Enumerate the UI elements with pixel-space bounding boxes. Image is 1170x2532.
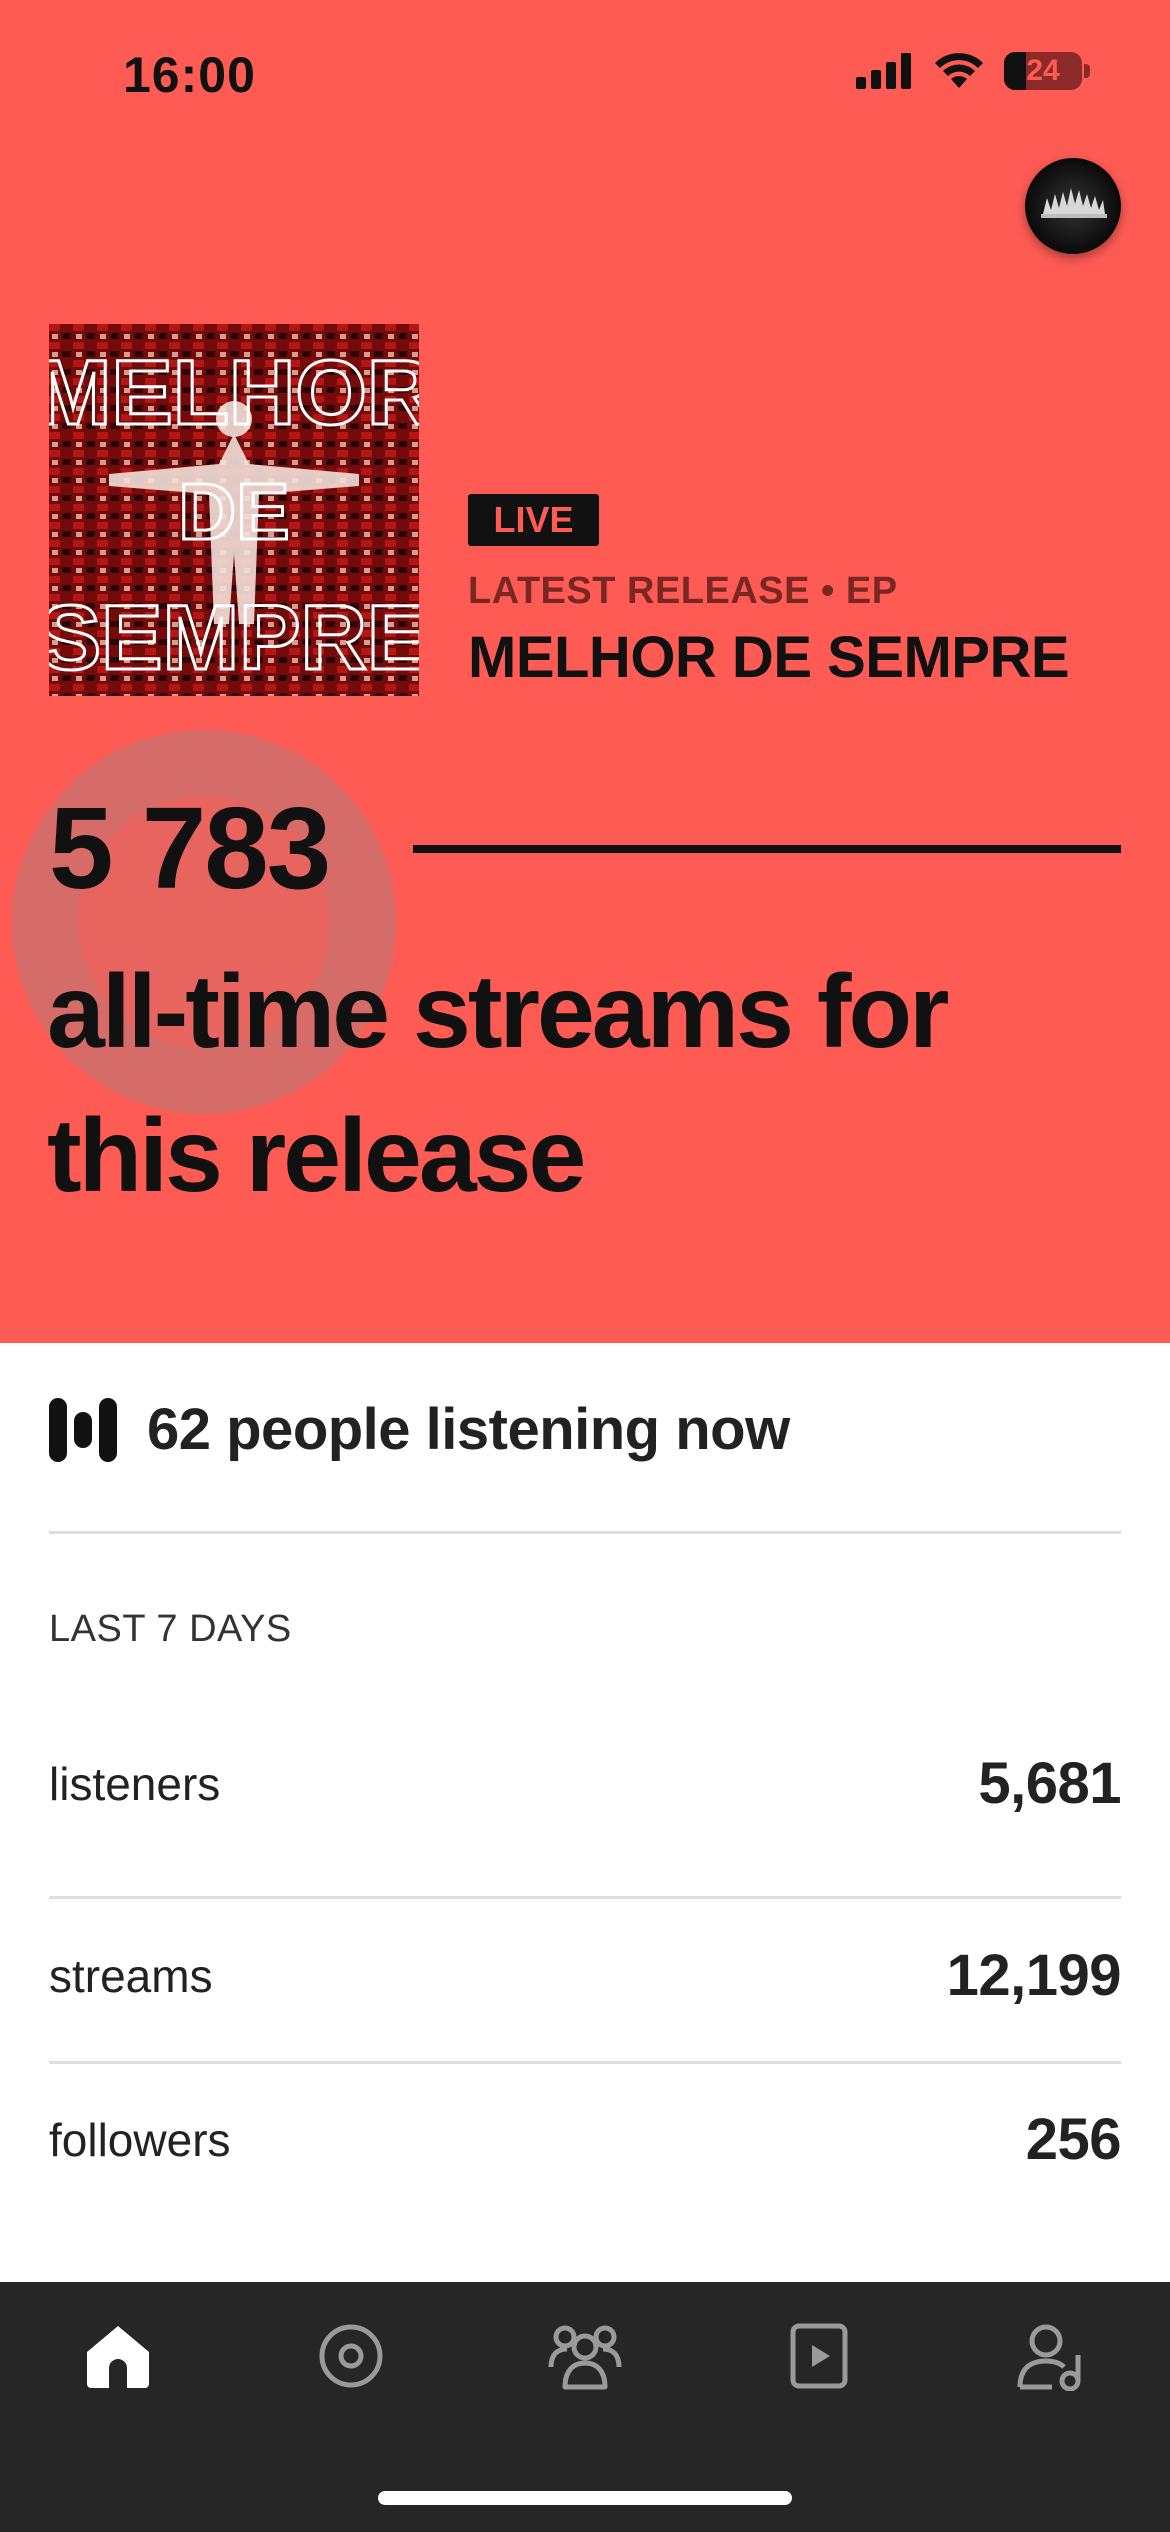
- all-time-stream-count: 5 783: [49, 783, 331, 913]
- stat-row-listeners[interactable]: listeners 5,681: [49, 1750, 1121, 1817]
- cover-text-line-1: MELHOR: [49, 342, 419, 444]
- cover-text-line-2: DE: [178, 467, 289, 556]
- last-7-days-label: LAST 7 DAYS: [49, 1608, 292, 1650]
- divider: [49, 1531, 1121, 1534]
- release-title[interactable]: MELHOR DE SEMPRE: [468, 624, 1070, 691]
- status-icons: 24: [856, 52, 1090, 90]
- stat-label: listeners: [49, 1757, 221, 1810]
- live-badge: LIVE: [468, 494, 599, 546]
- video-icon: [790, 2323, 848, 2389]
- tab-audience[interactable]: [547, 2318, 623, 2394]
- cover-artwork: MELHOR DE SEMPRE: [49, 324, 419, 696]
- tab-home[interactable]: [80, 2318, 156, 2394]
- cover-text-line-3: SEMPRE: [49, 587, 419, 689]
- music-icon: [319, 2324, 383, 2388]
- all-time-streams-caption: all-time streams for this release: [47, 954, 949, 1214]
- stat-label: streams: [49, 1949, 213, 2002]
- status-time: 16:00: [123, 47, 256, 103]
- wifi-icon: [935, 53, 983, 88]
- artist-avatar[interactable]: [1025, 158, 1121, 254]
- stream-count-rule: [413, 845, 1121, 853]
- tab-music[interactable]: [313, 2318, 389, 2394]
- profile-icon: [1017, 2324, 1081, 2391]
- stat-value: 5,681: [978, 1751, 1121, 1816]
- listening-now-text: 62 people listening now: [147, 1397, 790, 1462]
- divider: [49, 1896, 1121, 1899]
- home-icon: [87, 2326, 149, 2388]
- divider: [49, 2061, 1121, 2064]
- live-listeners-icon: [49, 1397, 117, 1462]
- stat-value: 256: [1025, 2107, 1122, 2172]
- listening-now[interactable]: 62 people listening now: [49, 1396, 790, 1463]
- artist-logo-icon: [1041, 188, 1107, 218]
- audience-icon: [548, 2325, 622, 2390]
- release-cover-art[interactable]: MELHOR DE SEMPRE: [49, 324, 419, 696]
- signal-icon: [856, 53, 911, 89]
- release-type-label: LATEST RELEASE • EP: [468, 570, 898, 612]
- release-hero: 16:00 24 MELHOR DE SEMPRE LIVE LATEST RE…: [0, 0, 1170, 1343]
- battery-icon: 24: [1004, 52, 1082, 90]
- stat-row-followers[interactable]: followers 256: [49, 2106, 1122, 2173]
- home-indicator[interactable]: [378, 2491, 792, 2505]
- stat-value: 12,199: [946, 1943, 1122, 2008]
- stat-label: followers: [49, 2113, 231, 2166]
- battery-level: 24: [1026, 54, 1060, 87]
- stat-row-streams[interactable]: streams 12,199: [49, 1942, 1122, 2009]
- tab-profile[interactable]: [1014, 2318, 1090, 2394]
- tab-video[interactable]: [781, 2318, 857, 2394]
